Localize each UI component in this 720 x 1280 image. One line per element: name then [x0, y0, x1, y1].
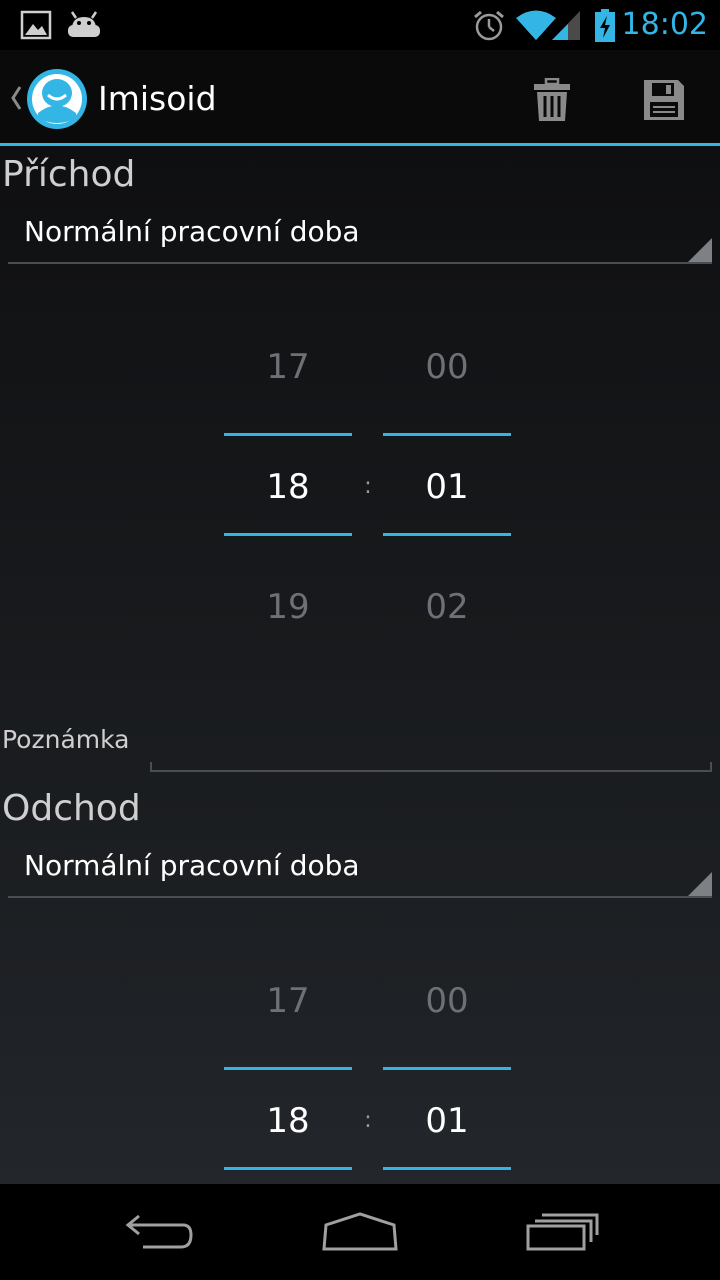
image-notification-icon	[20, 10, 52, 40]
departure-time-separator: :	[364, 1108, 372, 1133]
save-icon	[644, 80, 684, 120]
recent-apps-button[interactable]	[502, 1198, 622, 1266]
status-time: 18:02	[621, 7, 708, 42]
arrival-spinner-value: Normální pracovní doba	[24, 215, 360, 248]
recent-apps-icon	[526, 1213, 599, 1251]
departure-minute-selected[interactable]: 01	[383, 1099, 511, 1143]
navigation-bar	[0, 1184, 720, 1280]
delete-icon	[534, 78, 570, 121]
departure-hour-top-divider	[224, 1067, 352, 1070]
signal-icon	[552, 11, 580, 40]
departure-title: Odchod	[2, 788, 141, 829]
note-input-underline	[150, 762, 712, 772]
arrival-hour-next[interactable]: 19	[224, 585, 352, 629]
note-label: Poznámka	[2, 725, 130, 754]
arrival-hour-prev[interactable]: 17	[224, 345, 352, 389]
home-button[interactable]	[300, 1198, 420, 1266]
arrival-hour-top-divider	[224, 433, 352, 436]
dropdown-arrow-icon	[688, 238, 712, 262]
action-bar: Imisoid	[0, 50, 720, 146]
departure-type-spinner[interactable]: Normální pracovní doba	[8, 838, 712, 898]
android-debug-icon	[68, 11, 100, 37]
status-bar: 18:02	[0, 0, 720, 50]
back-icon	[125, 1214, 193, 1249]
up-caret-icon[interactable]	[8, 84, 24, 112]
arrival-hour-bottom-divider	[224, 533, 352, 536]
battery-charging-icon	[595, 9, 615, 42]
save-button[interactable]	[624, 68, 704, 132]
back-button[interactable]	[100, 1198, 220, 1266]
arrival-minute-next[interactable]: 02	[383, 585, 511, 629]
departure-minute-prev[interactable]: 00	[383, 979, 511, 1023]
departure-hour-prev[interactable]: 17	[224, 979, 352, 1023]
arrival-minute-prev[interactable]: 00	[383, 345, 511, 389]
departure-spinner-value: Normální pracovní doba	[24, 849, 360, 882]
dropdown-arrow-icon	[688, 872, 712, 896]
alarm-icon	[474, 10, 504, 41]
app-logo-icon[interactable]	[26, 68, 88, 130]
arrival-hour-selected[interactable]: 18	[224, 465, 352, 509]
departure-minute-bottom-divider	[383, 1167, 511, 1170]
departure-hour-selected[interactable]: 18	[224, 1099, 352, 1143]
home-icon	[322, 1212, 398, 1251]
arrival-minute-top-divider	[383, 433, 511, 436]
arrival-minute-bottom-divider	[383, 533, 511, 536]
departure-minute-top-divider	[383, 1067, 511, 1070]
delete-button[interactable]	[512, 68, 592, 132]
departure-hour-bottom-divider	[224, 1167, 352, 1170]
app-title: Imisoid	[98, 79, 217, 118]
arrival-time-separator: :	[364, 474, 372, 499]
arrival-type-spinner[interactable]: Normální pracovní doba	[8, 204, 712, 264]
arrival-title: Příchod	[2, 154, 136, 195]
arrival-minute-selected[interactable]: 01	[383, 465, 511, 509]
